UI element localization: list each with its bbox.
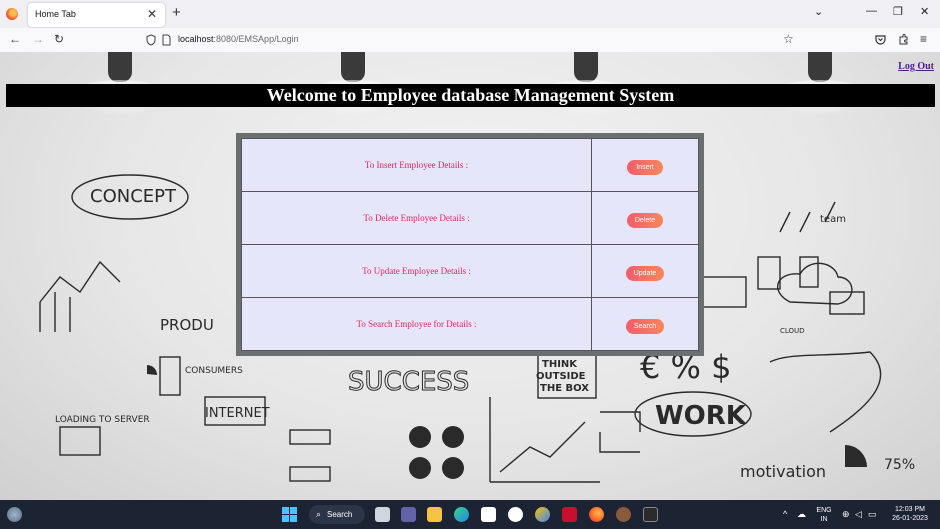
- ceiling-lamp: [108, 52, 132, 82]
- table-row: To Insert Employee Details : Insert: [241, 138, 699, 192]
- actions-table: To Insert Employee Details : Insert To D…: [241, 138, 699, 351]
- pocket-icon[interactable]: [875, 34, 886, 45]
- doodle-the-box-text: THE BOX: [540, 383, 589, 394]
- action-label: To Insert Employee Details :: [241, 138, 592, 192]
- page-content: CONCEPT SUCCESS WORK THINK OUTSIDE THE B…: [0, 52, 940, 500]
- table-row: To Delete Employee Details : Delete: [241, 191, 699, 245]
- language-code: ENG: [816, 507, 832, 514]
- action-button-cell: Search: [591, 297, 699, 351]
- windows-taskbar: ⌕ Search ^ ☁ ENG IN ⊕ ◁ ▭ 12:03 PM 26-01…: [0, 500, 940, 529]
- logout-link[interactable]: Log Out: [898, 61, 934, 72]
- region-code: IN: [820, 516, 828, 523]
- table-row: To Search Employee for Details : Search: [241, 297, 699, 351]
- doodle-concept-text: CONCEPT: [90, 186, 177, 207]
- url-text: localhost:8080/EMSApp/Login: [178, 34, 299, 44]
- store-icon[interactable]: [481, 507, 496, 522]
- mcafee-icon[interactable]: [562, 507, 577, 522]
- doodle-consumers-text: CONSUMERS: [185, 366, 243, 376]
- action-button-cell: Update: [591, 244, 699, 298]
- extensions-icon[interactable]: [898, 34, 909, 45]
- action-label: To Update Employee Details :: [241, 244, 592, 298]
- ceiling-lamp: [808, 52, 832, 82]
- doodle-cloud-text: CLOUD: [780, 327, 805, 335]
- github-icon[interactable]: [508, 507, 523, 522]
- browser-nav-bar: ← → ↻ localhost:8080/EMSApp/Login ☆ ≡: [0, 28, 940, 52]
- network-icon[interactable]: ⊕: [842, 509, 850, 520]
- page-title-banner: Welcome to Employee database Management …: [6, 84, 935, 107]
- doodle-products-text: PRODU: [160, 316, 214, 334]
- browser-tab-bar: Home Tab ✕ + ⌄ — ❐ ✕: [0, 0, 940, 28]
- reload-icon[interactable]: ↻: [54, 32, 64, 46]
- close-window-icon[interactable]: ✕: [920, 5, 929, 18]
- language-indicator[interactable]: ENG IN: [814, 506, 834, 524]
- action-label: To Delete Employee Details :: [241, 191, 592, 245]
- table-row: To Update Employee Details : Update: [241, 244, 699, 298]
- teams-chat-icon[interactable]: [401, 507, 416, 522]
- search-icon: ⌕: [316, 509, 322, 519]
- restore-icon[interactable]: ❐: [893, 5, 903, 18]
- app-menu-icon[interactable]: ≡: [920, 32, 927, 46]
- doodle-work-text: WORK: [655, 401, 747, 431]
- battery-icon[interactable]: ▭: [868, 509, 877, 520]
- actions-panel: To Insert Employee Details : Insert To D…: [236, 133, 704, 356]
- weather-widget-icon[interactable]: [7, 507, 22, 522]
- doodle-internet-text: INTERNET: [205, 406, 270, 421]
- doodle-loading-text: LOADING TO SERVER: [55, 415, 150, 425]
- page-info-icon: [162, 34, 171, 46]
- shield-icon: [146, 34, 156, 46]
- list-all-tabs-icon[interactable]: ⌄: [814, 5, 823, 18]
- onedrive-icon[interactable]: ☁: [797, 509, 806, 520]
- back-icon[interactable]: ←: [9, 32, 21, 46]
- url-path: :8080/EMSApp/Login: [213, 34, 299, 44]
- ceiling-lamp: [341, 52, 365, 82]
- clock[interactable]: 12:03 PM 26-01-2023: [884, 505, 936, 523]
- tab-title: Home Tab: [35, 9, 76, 19]
- new-tab-icon[interactable]: +: [172, 4, 181, 21]
- forward-icon[interactable]: →: [32, 32, 44, 46]
- page-title: Welcome to Employee database Management …: [266, 85, 675, 105]
- ceiling-lamp: [574, 52, 598, 82]
- clock-date: 26-01-2023: [892, 515, 928, 522]
- action-button-cell: Insert: [591, 138, 699, 192]
- update-button[interactable]: Update: [625, 265, 665, 281]
- doodle-success-text: SUCCESS: [348, 367, 469, 397]
- bookmark-star-icon[interactable]: ☆: [783, 32, 794, 46]
- action-button-cell: Delete: [591, 191, 699, 245]
- minimize-icon[interactable]: —: [866, 5, 877, 17]
- taskbar-search-label: Search: [327, 510, 353, 519]
- clock-time: 12:03 PM: [895, 506, 925, 513]
- edge-icon[interactable]: [454, 507, 469, 522]
- tab-close-icon[interactable]: ✕: [147, 7, 157, 21]
- chevron-up-icon[interactable]: ^: [783, 509, 787, 519]
- chrome-icon[interactable]: [535, 507, 550, 522]
- tab-home[interactable]: Home Tab ✕: [28, 3, 165, 27]
- file-explorer-icon[interactable]: [427, 507, 442, 522]
- delete-button[interactable]: Delete: [626, 212, 664, 228]
- doodle-think-text: THINK: [542, 359, 578, 370]
- url-host: localhost: [178, 34, 214, 44]
- action-label: To Search Employee for Details :: [241, 297, 592, 351]
- doodle-team-text: team: [820, 214, 846, 225]
- eclipse-icon[interactable]: [616, 507, 631, 522]
- firefox-taskbar-icon[interactable]: [589, 507, 604, 522]
- terminal-icon[interactable]: [643, 507, 658, 522]
- firefox-icon: [6, 8, 18, 20]
- volume-icon[interactable]: ◁: [855, 509, 862, 520]
- doodle-percent-text: 75%: [884, 457, 915, 473]
- taskbar-search[interactable]: ⌕ Search: [309, 505, 365, 524]
- insert-button[interactable]: Insert: [627, 159, 663, 175]
- search-button[interactable]: Search: [625, 318, 665, 334]
- start-icon[interactable]: [282, 507, 297, 522]
- task-view-icon[interactable]: [375, 507, 390, 522]
- doodle-outside-text: OUTSIDE: [536, 371, 586, 382]
- doodle-motivation-text: motivation: [740, 462, 826, 481]
- url-bar[interactable]: localhost:8080/EMSApp/Login: [140, 30, 805, 50]
